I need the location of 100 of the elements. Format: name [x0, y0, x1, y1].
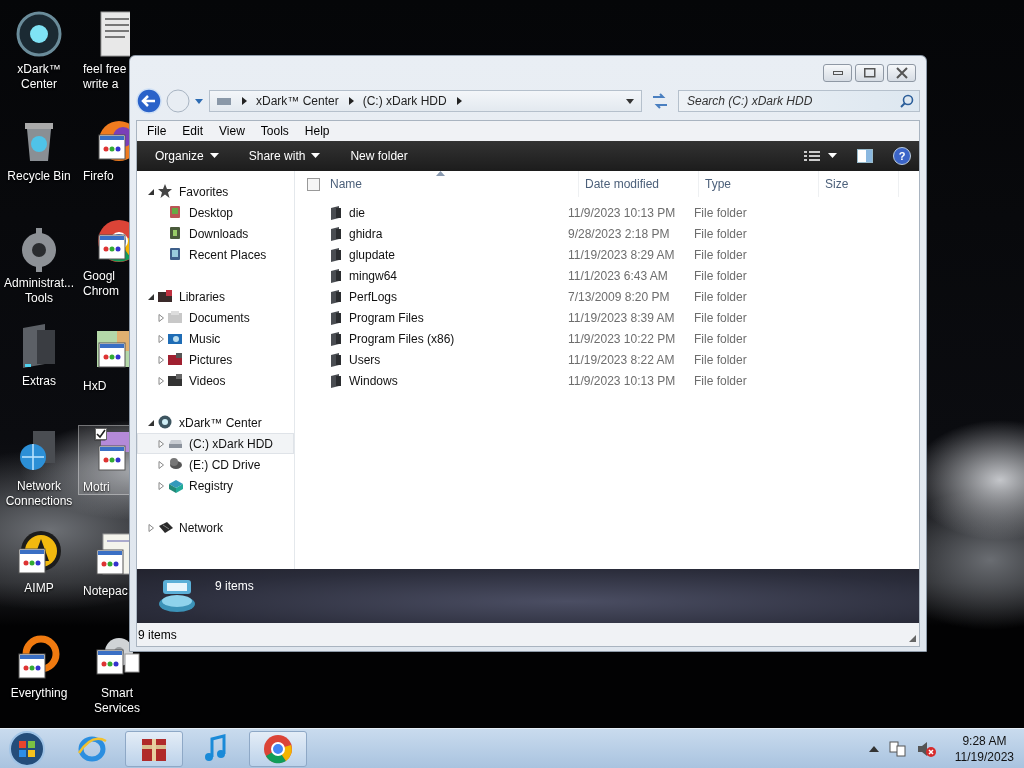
table-cell-text: File folder: [693, 268, 748, 283]
menu-item[interactable]: File: [139, 124, 175, 138]
menu-item[interactable]: Edit: [174, 124, 212, 138]
icon-label: Everything: [10, 686, 68, 701]
tree-item[interactable]: Registry: [137, 475, 294, 496]
view-list-icon[interactable]: [804, 150, 820, 162]
file-name[interactable]: mingw64: [349, 268, 398, 283]
collapsed-arrow-icon[interactable]: [157, 460, 165, 469]
file-name[interactable]: PerfLogs: [349, 289, 398, 304]
file-name[interactable]: die: [349, 205, 365, 220]
folder-icon: [330, 226, 342, 241]
tree-item[interactable]: Recent Places: [137, 244, 294, 265]
tree-item[interactable]: Network: [137, 517, 294, 538]
app-icon[interactable]: [15, 529, 63, 577]
icon-label: Administrat... Tools: [4, 276, 74, 306]
search-icon[interactable]: [900, 94, 914, 108]
status-text: 9 items: [138, 627, 177, 642]
column-header[interactable]: Name: [330, 171, 579, 197]
caret-icon[interactable]: [625, 96, 635, 106]
checkbox[interactable]: [307, 177, 320, 191]
maximize-button[interactable]: [855, 64, 884, 82]
collapsed-arrow-icon[interactable]: [157, 334, 165, 343]
icon-label: Googl Chrom: [83, 269, 119, 299]
chevron-icon[interactable]: [454, 96, 463, 106]
address-bar[interactable]: xDark™ Center (C:) xDark HDD: [209, 90, 642, 112]
muted-speaker-icon[interactable]: [916, 739, 937, 758]
network-icon[interactable]: [888, 739, 907, 758]
tree-item[interactable]: Videos: [137, 370, 294, 391]
tree-item[interactable]: Documents: [137, 307, 294, 328]
caret-icon[interactable]: [209, 153, 219, 159]
tree-item[interactable]: Downloads: [137, 223, 294, 244]
expanded-arrow-icon[interactable]: [147, 187, 155, 196]
chevron-icon[interactable]: [240, 96, 248, 106]
tree-item[interactable]: (C:) xDark HDD: [137, 433, 294, 454]
expanded-arrow-icon[interactable]: [147, 292, 155, 301]
tree-item[interactable]: Libraries: [137, 286, 294, 307]
close-button[interactable]: [887, 64, 916, 82]
table-cell-text: 11/9/2023 10:13 PM: [568, 205, 677, 220]
resize-grip-icon[interactable]: [909, 635, 916, 642]
tree-item[interactable]: xDark™ Center: [137, 412, 294, 433]
checkbox[interactable]: [95, 428, 107, 440]
registry-icon: [168, 477, 184, 494]
menu-item[interactable]: Help: [296, 124, 338, 138]
close-icon[interactable]: [895, 67, 908, 79]
menu-item[interactable]: Tools: [252, 124, 297, 138]
search-field[interactable]: Search (C:) xDark HDD: [678, 90, 920, 112]
tree-item[interactable]: Music: [137, 328, 294, 349]
column-header[interactable]: Date modified: [579, 171, 699, 197]
expanded-arrow-icon[interactable]: [147, 418, 155, 427]
folder-icon: [330, 331, 342, 346]
table-cell-text: 7/13/2009 8:20 PM: [568, 289, 671, 304]
icon-label: xDark™ Center: [17, 62, 61, 92]
folder-icon: [330, 352, 342, 367]
icon-label: Firefo: [83, 169, 114, 184]
table-cell-text: 11/9/2023 10:22 PM: [568, 331, 677, 346]
file-name[interactable]: ghidra: [349, 226, 383, 241]
folder-icon: [330, 247, 342, 262]
collapsed-arrow-icon[interactable]: [147, 523, 155, 532]
column-header[interactable]: Size: [819, 171, 899, 197]
toolbar-button[interactable]: Share with: [240, 145, 329, 167]
caret-icon[interactable]: [311, 153, 321, 159]
file-name[interactable]: Program Files (x86): [349, 331, 455, 346]
table-cell-text: 11/19/2023 8:39 AM: [568, 310, 676, 325]
menu-item[interactable]: View: [211, 124, 253, 138]
tree-item[interactable]: Desktop: [137, 202, 294, 223]
toolbar-button[interactable]: Organize: [147, 145, 227, 167]
table-cell-text: File folder: [693, 310, 748, 325]
file-name[interactable]: Program Files: [349, 310, 424, 325]
icon-label: feel free write a: [83, 62, 127, 92]
clock[interactable]: 9:28 AM 11/19/2023: [954, 732, 1014, 765]
collapsed-arrow-icon[interactable]: [157, 313, 165, 322]
taskbar-button[interactable]: [125, 730, 183, 767]
table-cell-text: File folder: [693, 289, 748, 304]
minimize-icon[interactable]: [832, 71, 843, 75]
file-name[interactable]: Windows: [349, 373, 398, 388]
tree-item[interactable]: Favorites: [137, 181, 294, 202]
collapsed-arrow-icon[interactable]: [157, 355, 165, 364]
taskbar-button[interactable]: [249, 730, 307, 767]
tree-item[interactable]: (E:) CD Drive: [137, 454, 294, 475]
collapsed-arrow-icon[interactable]: [157, 439, 165, 448]
chevron-icon[interactable]: [346, 96, 355, 106]
file-name[interactable]: Users: [349, 352, 381, 367]
tree-item[interactable]: Pictures: [137, 349, 294, 370]
folder-icon: [330, 289, 342, 304]
toolbar-button[interactable]: New folder: [342, 145, 416, 167]
minimize-button[interactable]: [823, 64, 852, 82]
caret-icon[interactable]: [828, 153, 837, 159]
show-hidden-icons-button[interactable]: [868, 744, 879, 753]
collapsed-arrow-icon[interactable]: [157, 376, 165, 385]
breadcrumb[interactable]: xDark™ Center: [256, 94, 339, 108]
collapsed-arrow-icon[interactable]: [157, 481, 165, 490]
column-header[interactable]: Type: [699, 171, 819, 197]
folder-icon: [330, 268, 342, 283]
file-name[interactable]: glupdate: [349, 247, 396, 262]
help-button[interactable]: ?: [893, 147, 911, 165]
disc-icon[interactable]: [15, 10, 63, 58]
sort-arrow-icon[interactable]: [436, 171, 445, 176]
maximize-icon[interactable]: [863, 68, 876, 78]
breadcrumb[interactable]: (C:) xDark HDD: [362, 94, 447, 108]
back-button[interactable]: [136, 88, 162, 114]
